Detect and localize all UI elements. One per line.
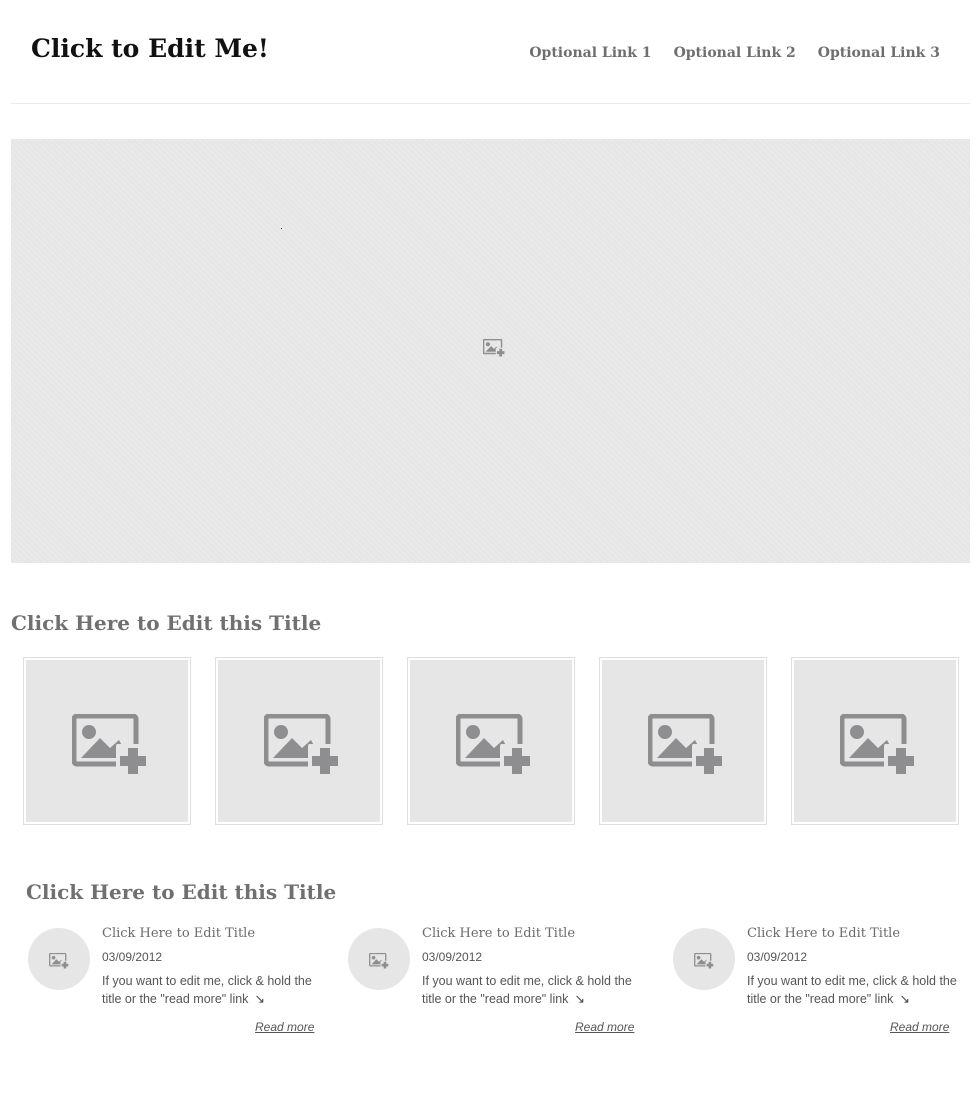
main-nav: Optional Link 1 Optional Link 2 Optional…	[529, 45, 940, 61]
post-date: 03/09/2012	[422, 950, 483, 964]
gallery-thumbnail[interactable]	[407, 657, 575, 825]
add-image-icon	[483, 339, 505, 357]
post-title[interactable]: Click Here to Edit Title	[102, 926, 255, 941]
post-title[interactable]: Click Here to Edit Title	[422, 926, 575, 941]
read-more-link[interactable]: Read more	[575, 1020, 634, 1034]
add-image-icon	[369, 953, 389, 969]
post-date: 03/09/2012	[102, 950, 163, 964]
thumbnail-placeholder	[794, 660, 956, 822]
arrow-down-right-icon: ↘	[899, 992, 910, 1006]
post-image-placeholder[interactable]	[348, 928, 410, 990]
gallery-title[interactable]: Click Here to Edit this Title	[11, 611, 321, 635]
nav-link-3[interactable]: Optional Link 3	[818, 45, 940, 61]
post-excerpt: If you want to edit me, click & hold the…	[747, 972, 967, 1008]
add-image-icon	[648, 714, 724, 776]
post-excerpt: If you want to edit me, click & hold the…	[102, 972, 322, 1008]
add-image-icon	[49, 953, 69, 969]
post-image-placeholder[interactable]	[673, 928, 735, 990]
post-date: 03/09/2012	[747, 950, 808, 964]
add-image-icon	[456, 714, 532, 776]
add-image-icon	[264, 714, 340, 776]
thumbnail-placeholder	[410, 660, 572, 822]
thumbnail-placeholder	[602, 660, 764, 822]
gallery-thumbnail[interactable]	[215, 657, 383, 825]
add-image-icon	[840, 714, 916, 776]
blog-title[interactable]: Click Here to Edit this Title	[26, 880, 336, 904]
gallery-thumbnail[interactable]	[23, 657, 191, 825]
gallery-thumbnail[interactable]	[791, 657, 959, 825]
nav-link-2[interactable]: Optional Link 2	[674, 45, 796, 61]
post-excerpt: If you want to edit me, click & hold the…	[422, 972, 642, 1008]
post-image-placeholder[interactable]	[28, 928, 90, 990]
thumbnail-placeholder	[218, 660, 380, 822]
add-image-icon	[72, 714, 148, 776]
gallery-thumbnail[interactable]	[599, 657, 767, 825]
site-title[interactable]: Click to Edit Me!	[31, 34, 269, 63]
arrow-down-right-icon: ↘	[254, 992, 265, 1006]
post-excerpt-text: If you want to edit me, click & hold the…	[102, 974, 312, 1006]
blog-post: Click Here to Edit Title 03/09/2012 If y…	[28, 926, 328, 1036]
read-more-link[interactable]: Read more	[890, 1020, 949, 1034]
site-header: Click to Edit Me! Optional Link 1 Option…	[11, 0, 970, 104]
thumbnail-placeholder	[26, 660, 188, 822]
read-more-link[interactable]: Read more	[255, 1020, 314, 1034]
nav-link-1[interactable]: Optional Link 1	[529, 45, 651, 61]
hero-dot	[281, 228, 282, 229]
post-title[interactable]: Click Here to Edit Title	[747, 926, 900, 941]
post-excerpt-text: If you want to edit me, click & hold the…	[422, 974, 632, 1006]
arrow-down-right-icon: ↘	[574, 992, 585, 1006]
blog-post: Click Here to Edit Title 03/09/2012 If y…	[673, 926, 973, 1036]
post-excerpt-text: If you want to edit me, click & hold the…	[747, 974, 957, 1006]
blog-post: Click Here to Edit Title 03/09/2012 If y…	[348, 926, 648, 1036]
add-image-icon	[694, 953, 714, 969]
hero-image-placeholder[interactable]	[11, 139, 970, 563]
